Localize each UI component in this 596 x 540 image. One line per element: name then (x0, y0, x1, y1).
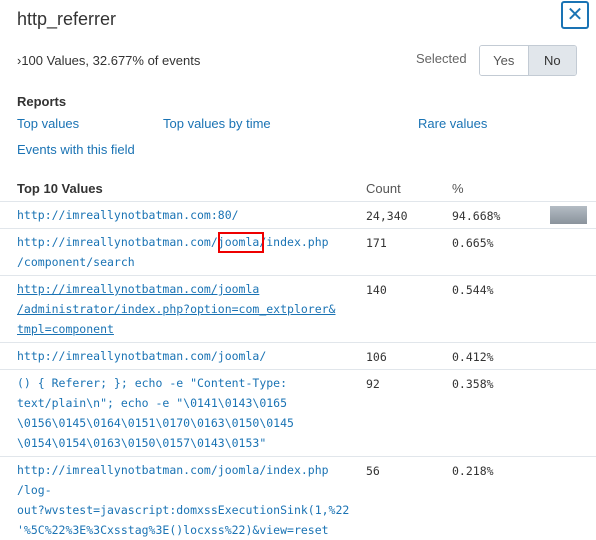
close-icon: ✕ (566, 4, 584, 26)
table-row-value[interactable]: http://imreallynotbatman.com:80/ (17, 205, 239, 225)
rare-values-link[interactable]: Rare values (418, 116, 487, 131)
highlight-box (218, 232, 264, 253)
table-row-percent: 0.218% (452, 464, 494, 478)
selected-no-button[interactable]: No (528, 46, 576, 75)
row-divider (0, 369, 596, 370)
table-row-count: 171 (366, 236, 387, 250)
table-row-value[interactable]: http://imreallynotbatman.com/joomla/ (17, 346, 266, 366)
modal-title: http_referrer (17, 9, 117, 29)
selected-toggle[interactable]: Yes No (479, 45, 577, 76)
table-row-count: 24,340 (366, 209, 408, 223)
table-row-percent: 0.358% (452, 377, 494, 391)
row-divider (0, 201, 596, 202)
table-row-count: 92 (366, 377, 380, 391)
table-row-percent: 0.665% (452, 236, 494, 250)
row-divider (0, 342, 596, 343)
table-row-percent: 0.544% (452, 283, 494, 297)
table-row-percent: 0.412% (452, 350, 494, 364)
field-summary: ›100 Values, 32.677% of events (17, 53, 201, 68)
count-column-header: Count (366, 181, 401, 196)
table-row-value[interactable]: http://imreallynotbatman.com/joomla/inde… (17, 460, 349, 540)
row-divider (0, 275, 596, 276)
percent-bar (550, 206, 587, 224)
table-row-count: 56 (366, 464, 380, 478)
values-column-header: Top 10 Values (17, 181, 103, 196)
events-with-field-link[interactable]: Events with this field (17, 142, 135, 157)
row-divider (0, 228, 596, 229)
selected-label: Selected (416, 51, 467, 66)
selected-yes-button[interactable]: Yes (480, 46, 529, 75)
top-values-by-time-link[interactable]: Top values by time (163, 116, 271, 131)
table-row-count: 106 (366, 350, 387, 364)
percent-column-header: % (452, 181, 464, 196)
table-row-count: 140 (366, 283, 387, 297)
reports-heading: Reports (17, 94, 67, 109)
row-divider (0, 456, 596, 457)
table-row-value[interactable]: http://imreallynotbatman.com/joomla/admi… (17, 279, 336, 339)
table-row-value[interactable]: () { Referer; }; echo -e "Content-Type: t… (17, 373, 294, 453)
table-row-value[interactable]: http://imreallynotbatman.com/joomla/inde… (17, 232, 329, 272)
top-values-link[interactable]: Top values (17, 116, 79, 131)
table-row-percent: 94.668% (452, 209, 501, 223)
close-button[interactable]: ✕ (561, 1, 589, 29)
